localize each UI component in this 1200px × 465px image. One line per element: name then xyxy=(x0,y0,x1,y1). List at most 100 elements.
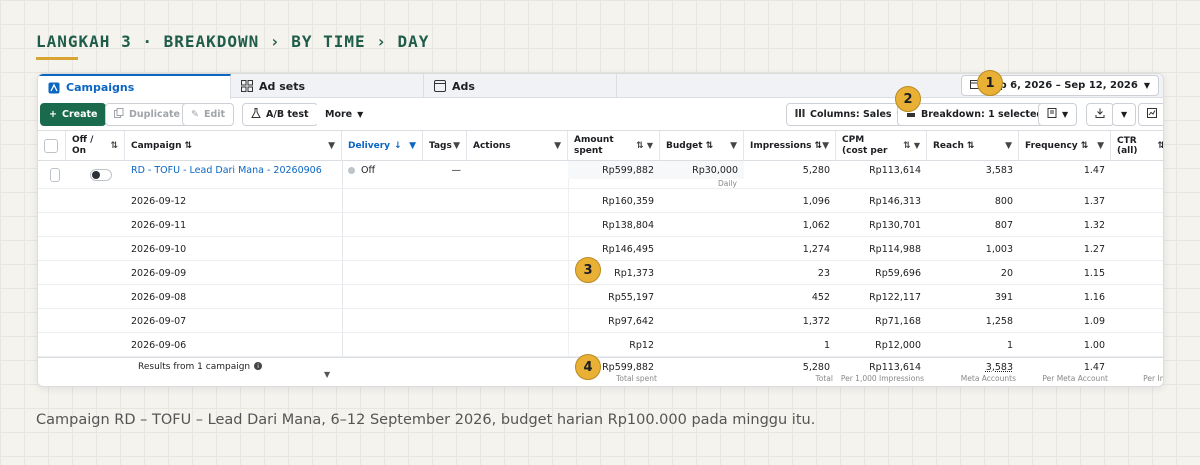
day-frequency: 1.27 xyxy=(1083,243,1105,255)
header-off-on[interactable]: Off / On ⇅ xyxy=(66,131,125,161)
header-actions[interactable]: Actions ▼ xyxy=(467,131,568,161)
table-row: 2026-09-10 Rp146,495 1,274 Rp114,988 1,003 1.… xyxy=(38,237,1163,261)
tab-ads[interactable]: Ads xyxy=(424,74,617,98)
chevron-down-icon: ▼ xyxy=(453,141,460,151)
more-button[interactable]: More ▼ xyxy=(316,103,373,126)
sort-desc-icon: ↓ xyxy=(394,141,402,151)
sort-icon: ⇅ xyxy=(705,141,714,151)
chevron-down-icon: ▼ xyxy=(1005,141,1012,151)
header-budget[interactable]: Budget ⇅ ▼ xyxy=(660,131,744,161)
results-label-cell: Results from 1 campaign i xyxy=(132,358,332,386)
header-cpm-label: CPM (cost per 1,000... xyxy=(842,135,888,156)
columns-button[interactable]: Columns: Sales ▼ xyxy=(786,103,912,126)
header-delivery[interactable]: Delivery ↓ ▼ xyxy=(342,131,423,161)
tab-campaigns[interactable]: Campaigns xyxy=(38,74,231,99)
day-impressions: 1,274 xyxy=(802,243,830,255)
breakdown-button-label: Breakdown: 1 selected xyxy=(921,109,1044,120)
day-reach: 1 xyxy=(1006,339,1013,351)
row-checkbox[interactable] xyxy=(50,168,60,182)
sort-icon: ⇅ xyxy=(110,141,118,151)
ab-test-button[interactable]: A/B test xyxy=(242,103,318,126)
day-date: 2026-09-06 xyxy=(131,339,187,351)
callout-badge-3: 3 xyxy=(575,257,601,283)
header-amount-spent[interactable]: Amount spent ⇅ ▼ xyxy=(568,131,660,161)
total-reach-sub: Meta Accounts xyxy=(960,374,1016,383)
campaign-on-off-toggle[interactable] xyxy=(90,169,112,181)
more-button-label: More xyxy=(325,109,353,120)
step-underline xyxy=(36,57,78,60)
header-cpm[interactable]: CPM (cost per 1,000... ⇅ ▼ xyxy=(836,131,927,161)
header-frequency-label: Frequency xyxy=(1025,141,1078,151)
header-frequency[interactable]: Frequency ⇅ ▼ xyxy=(1019,131,1111,161)
table-row-campaign[interactable]: RD - TOFU - Lead Dari Mana - 20260906 Of… xyxy=(38,161,1163,189)
select-all-cell xyxy=(38,131,66,161)
day-reach: 20 xyxy=(1000,267,1013,279)
chevron-down-icon: ▼ xyxy=(328,141,335,151)
day-cpm: Rp130,701 xyxy=(869,219,921,231)
day-impressions: 1,096 xyxy=(802,195,830,207)
callout-badge-4: 4 xyxy=(575,354,601,380)
chevron-down-icon: ▼ xyxy=(1097,141,1104,151)
edit-button[interactable]: ✎ Edit xyxy=(182,103,235,126)
sort-icon: ⇅ xyxy=(1157,141,1163,151)
toolbar: + Create Duplicate ✎ Edit A/B test More … xyxy=(38,99,1163,131)
day-amount-spent: Rp160,359 xyxy=(602,195,654,207)
header-campaign[interactable]: Campaign ⇅ ▼ xyxy=(125,131,342,161)
day-date: 2026-09-08 xyxy=(131,291,187,303)
tab-ad-sets[interactable]: Ad sets xyxy=(231,74,424,98)
export-button[interactable] xyxy=(1086,103,1114,126)
chevron-down-icon: ▼ xyxy=(1143,81,1150,90)
ads-manager-window: Campaigns Ad sets Ads Sep 6, 2026 – Sep … xyxy=(37,73,1164,387)
table-row: 2026-09-12 Rp160,359 1,096 Rp146,313 800 1.37 xyxy=(38,189,1163,213)
header-tags-label: Tags xyxy=(429,141,452,151)
ads-window-icon xyxy=(434,80,446,92)
download-icon xyxy=(1095,108,1105,121)
campaign-icon xyxy=(48,82,60,94)
reports-button[interactable]: ▼ xyxy=(1038,103,1078,126)
duplicate-icon xyxy=(114,108,124,121)
chevron-down-icon: ▼ xyxy=(409,141,416,151)
header-reach[interactable]: Reach ⇅ ▼ xyxy=(927,131,1019,161)
info-icon[interactable]: i xyxy=(254,362,263,370)
chevron-down-icon[interactable]: ▼ xyxy=(318,366,332,386)
reports-icon xyxy=(1047,108,1057,121)
budget-sub-label: Daily xyxy=(718,179,737,188)
export-dropdown-button[interactable]: ▼ xyxy=(1112,103,1137,126)
header-tags[interactable]: Tags ▼ xyxy=(423,131,467,161)
table-row: 2026-09-06 Rp12 1 Rp12,000 1 1.00 xyxy=(38,333,1163,357)
day-impressions: 452 xyxy=(811,291,830,303)
campaign-name-link[interactable]: RD - TOFU - Lead Dari Mana - 20260906 xyxy=(125,161,342,179)
tab-ads-label: Ads xyxy=(452,79,475,93)
step-title: LANGKAH 3 · BREAKDOWN › BY TIME › DAY xyxy=(36,32,430,51)
header-actions-label: Actions xyxy=(473,141,511,151)
adsets-grid-icon xyxy=(241,80,253,92)
day-date: 2026-09-12 xyxy=(131,195,187,207)
chevron-down-icon: ▼ xyxy=(1062,110,1069,119)
create-button[interactable]: + Create xyxy=(40,103,107,126)
day-cpm: Rp71,168 xyxy=(875,315,921,327)
header-off-on-label: Off / On xyxy=(72,135,94,156)
chevron-down-icon: ▼ xyxy=(822,141,829,151)
sort-icon: ⇅ xyxy=(184,141,193,151)
row-toggle-cell xyxy=(84,161,124,189)
charts-button[interactable] xyxy=(1138,103,1163,126)
day-date: 2026-09-07 xyxy=(131,315,187,327)
total-cpm-sub: Per 1,000 Impressions xyxy=(840,374,924,383)
header-campaign-label: Campaign xyxy=(131,141,182,151)
day-cpm: Rp12,000 xyxy=(875,339,921,351)
sort-icon: ⇅ xyxy=(966,141,975,151)
header-impressions[interactable]: Impressions ⇅ ▼ xyxy=(744,131,836,161)
chevron-down-icon: ▼ xyxy=(357,110,364,119)
chevron-down-icon: ▼ xyxy=(1121,110,1128,119)
select-all-checkbox[interactable] xyxy=(44,139,58,153)
day-cpm: Rp59,696 xyxy=(875,267,921,279)
day-reach: 391 xyxy=(994,291,1013,303)
header-ctr[interactable]: CTR (all) ⇅ xyxy=(1111,131,1163,161)
duplicate-button[interactable]: Duplicate xyxy=(105,103,189,126)
day-reach: 800 xyxy=(994,195,1013,207)
day-frequency: 1.09 xyxy=(1083,315,1105,327)
chevron-down-icon: ▼ xyxy=(730,141,737,151)
header-budget-label: Budget xyxy=(666,141,703,151)
plus-icon: + xyxy=(49,109,57,120)
day-frequency: 1.15 xyxy=(1083,267,1105,279)
